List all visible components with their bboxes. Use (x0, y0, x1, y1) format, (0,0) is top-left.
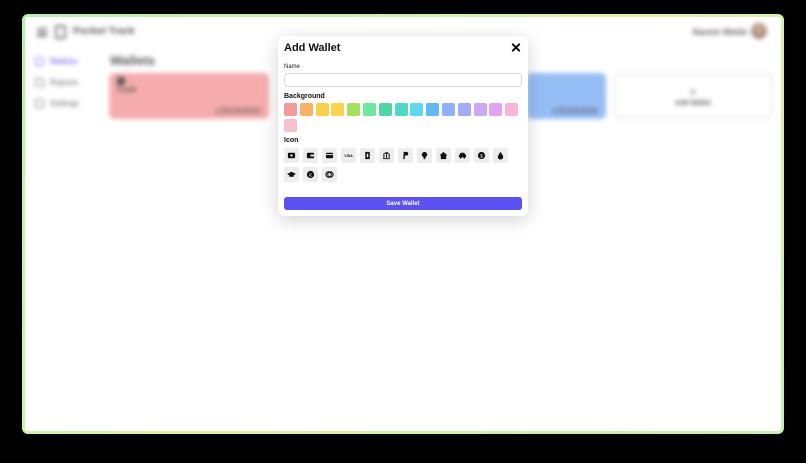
coins-icon[interactable] (322, 167, 337, 182)
house-icon[interactable] (436, 148, 451, 163)
color-swatch[interactable] (284, 103, 297, 116)
wallet-name-input[interactable] (284, 73, 522, 87)
color-swatch[interactable] (473, 103, 487, 116)
color-swatch[interactable] (426, 103, 440, 116)
car-icon[interactable] (455, 148, 470, 163)
color-swatch[interactable] (410, 103, 424, 116)
color-swatch[interactable] (489, 103, 503, 116)
color-swatch[interactable] (457, 103, 471, 116)
euro-coin-icon[interactable]: € (303, 167, 318, 182)
icon-label: Icon (284, 137, 299, 144)
color-swatch[interactable] (284, 119, 297, 132)
color-swatch[interactable] (363, 103, 376, 116)
svg-text:VISA: VISA (344, 154, 353, 158)
color-swatch[interactable] (442, 103, 455, 116)
color-swatch[interactable] (315, 103, 329, 116)
credit-card-icon[interactable] (322, 148, 337, 163)
graduation-cap-icon[interactable] (284, 167, 299, 182)
svg-text:€: € (309, 172, 312, 178)
color-swatch[interactable] (505, 103, 519, 116)
background-label: Background (284, 93, 325, 100)
dollar-coin-icon[interactable]: $ (474, 148, 489, 163)
close-icon[interactable] (510, 42, 522, 54)
droplet-icon[interactable] (493, 148, 508, 163)
lightbulb-icon[interactable] (417, 148, 432, 163)
modal-title: Add Wallet (284, 42, 341, 54)
bank-icon[interactable] (379, 148, 394, 163)
paypal-icon[interactable] (398, 148, 413, 163)
save-wallet-button[interactable]: Save Wallet (284, 197, 522, 210)
name-label: Name (284, 64, 301, 70)
money-bill-icon[interactable] (360, 148, 375, 163)
wallet-card-icon[interactable] (284, 148, 299, 163)
wallet-icon[interactable] (303, 148, 318, 163)
color-swatch[interactable] (347, 103, 361, 116)
color-swatch[interactable] (378, 103, 392, 116)
svg-text:$: $ (480, 153, 483, 159)
add-wallet-modal: Add Wallet Name Background Icon VISA $ € S… (278, 36, 528, 216)
visa-icon[interactable]: VISA (341, 148, 356, 163)
color-swatch[interactable] (299, 103, 313, 116)
color-swatch[interactable] (394, 103, 408, 116)
color-swatch[interactable] (331, 103, 345, 116)
